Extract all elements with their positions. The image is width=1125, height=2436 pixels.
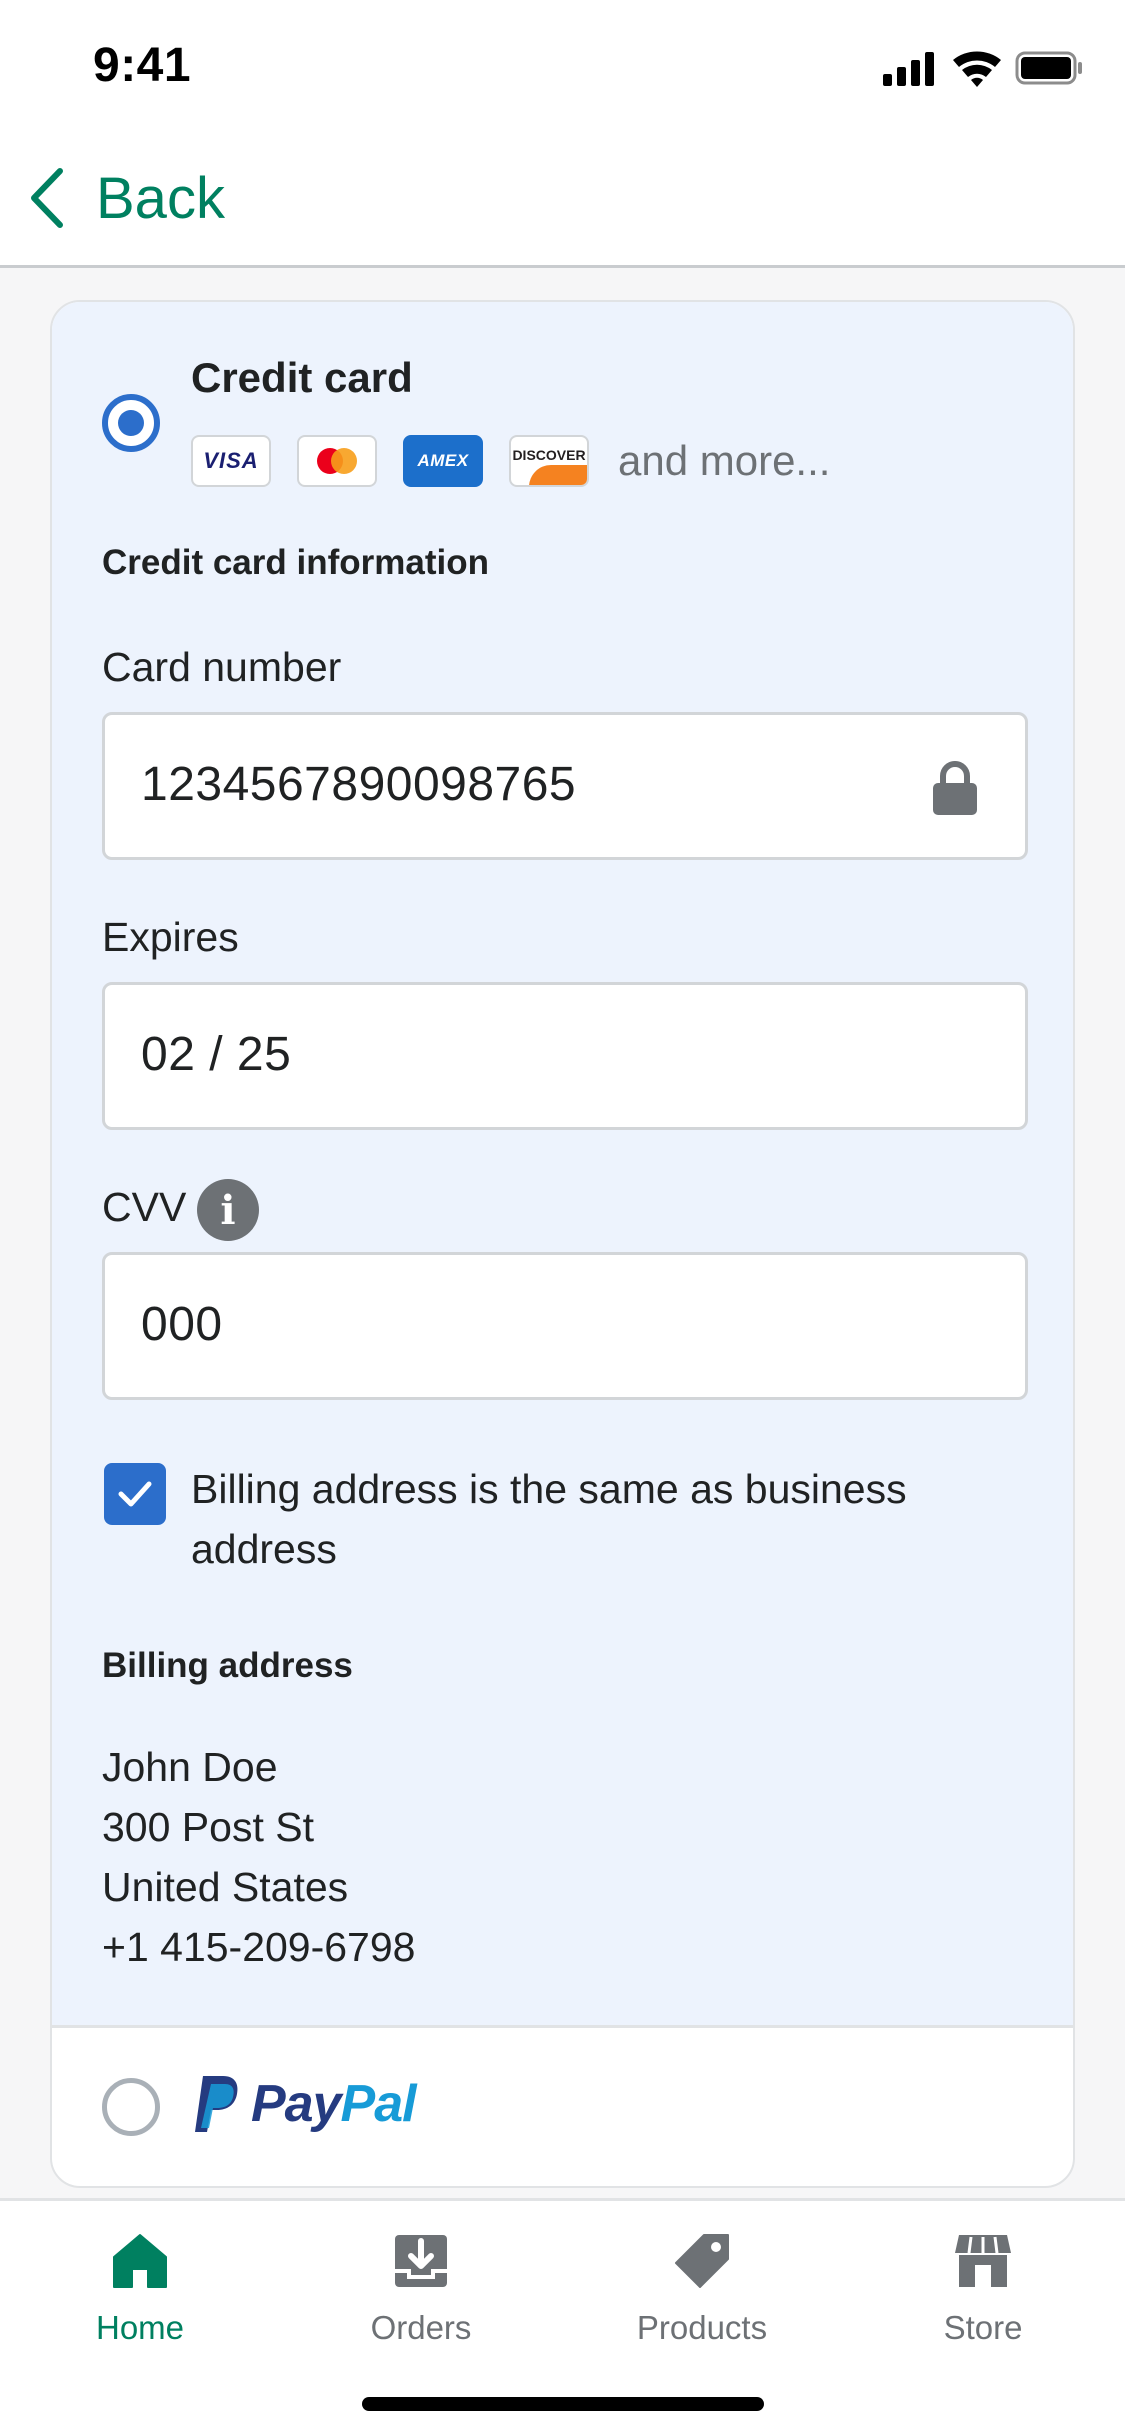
paypal-wordmark: PayPal [251,2075,417,2133]
tab-home[interactable]: Home [0,2231,280,2347]
checkmark-icon [118,1481,152,1507]
paypal-radio[interactable] [102,2078,160,2136]
credit-card-radio[interactable] [102,394,160,452]
mastercard-logo [297,435,377,487]
credit-card-title: Credit card [191,354,413,401]
billing-country: United States [102,1864,349,1910]
tab-store-label: Store [943,2309,1023,2346]
card-brand-logos: VISA AMEX DISCOVER and more... [191,435,830,487]
payment-methods-card: Credit card VISA AMEX DISCOVER and more.… [50,300,1075,2188]
back-label: Back [96,165,225,231]
back-button[interactable]: Back [24,163,225,233]
tab-orders-label: Orders [370,2309,472,2346]
billing-same-checkbox[interactable] [104,1463,166,1525]
tab-orders[interactable]: Orders [281,2231,561,2347]
cvv-field[interactable]: 000 [102,1252,1028,1400]
and-more-text: and more... [618,437,831,484]
lock-icon [933,761,977,815]
billing-address-heading: Billing address [102,1646,353,1685]
card-number-field[interactable]: 1234567890098765 [102,712,1028,860]
home-icon [113,2234,167,2288]
discover-logo: DISCOVER [509,435,589,487]
card-number-label: Card number [102,644,342,690]
credit-card-info-heading: Credit card information [102,543,489,582]
cvv-value: 000 [141,1298,223,1351]
credit-card-section: Credit card VISA AMEX DISCOVER and more.… [52,302,1073,2028]
tag-icon [675,2234,729,2288]
billing-phone: +1 415-209-6798 [102,1924,416,1970]
cellular-signal-icon [883,52,934,86]
chevron-left-icon [31,168,63,228]
expires-label: Expires [102,914,239,960]
billing-same-label[interactable]: Billing address is the same as business … [191,1459,991,1579]
billing-street: 300 Post St [102,1804,314,1850]
billing-name: John Doe [102,1744,278,1790]
store-icon [955,2235,1011,2287]
status-time: 9:41 [93,39,192,92]
card-number-value: 1234567890098765 [141,758,577,811]
tab-store[interactable]: Store [843,2231,1123,2347]
status-icons [883,48,1083,88]
amex-logo: AMEX [403,435,483,487]
tab-home-label: Home [95,2309,185,2346]
orders-icon [395,2235,447,2287]
wifi-icon [953,51,1001,87]
tab-products[interactable]: Products [562,2231,842,2347]
cvv-label: CVV [102,1184,187,1230]
expires-field[interactable]: 02 / 25 [102,982,1028,1130]
visa-logo: VISA [191,435,271,487]
status-bar: 9:41 [0,0,1125,135]
paypal-icon [195,2076,238,2132]
info-icon[interactable]: i [197,1179,259,1241]
tab-products-label: Products [636,2309,768,2346]
expires-value: 02 / 25 [141,1028,292,1081]
home-indicator [362,2397,764,2411]
battery-icon [1015,51,1082,85]
paypal-logo[interactable]: PayPal [191,2074,417,2134]
navigation-bar: Back [0,135,1125,268]
